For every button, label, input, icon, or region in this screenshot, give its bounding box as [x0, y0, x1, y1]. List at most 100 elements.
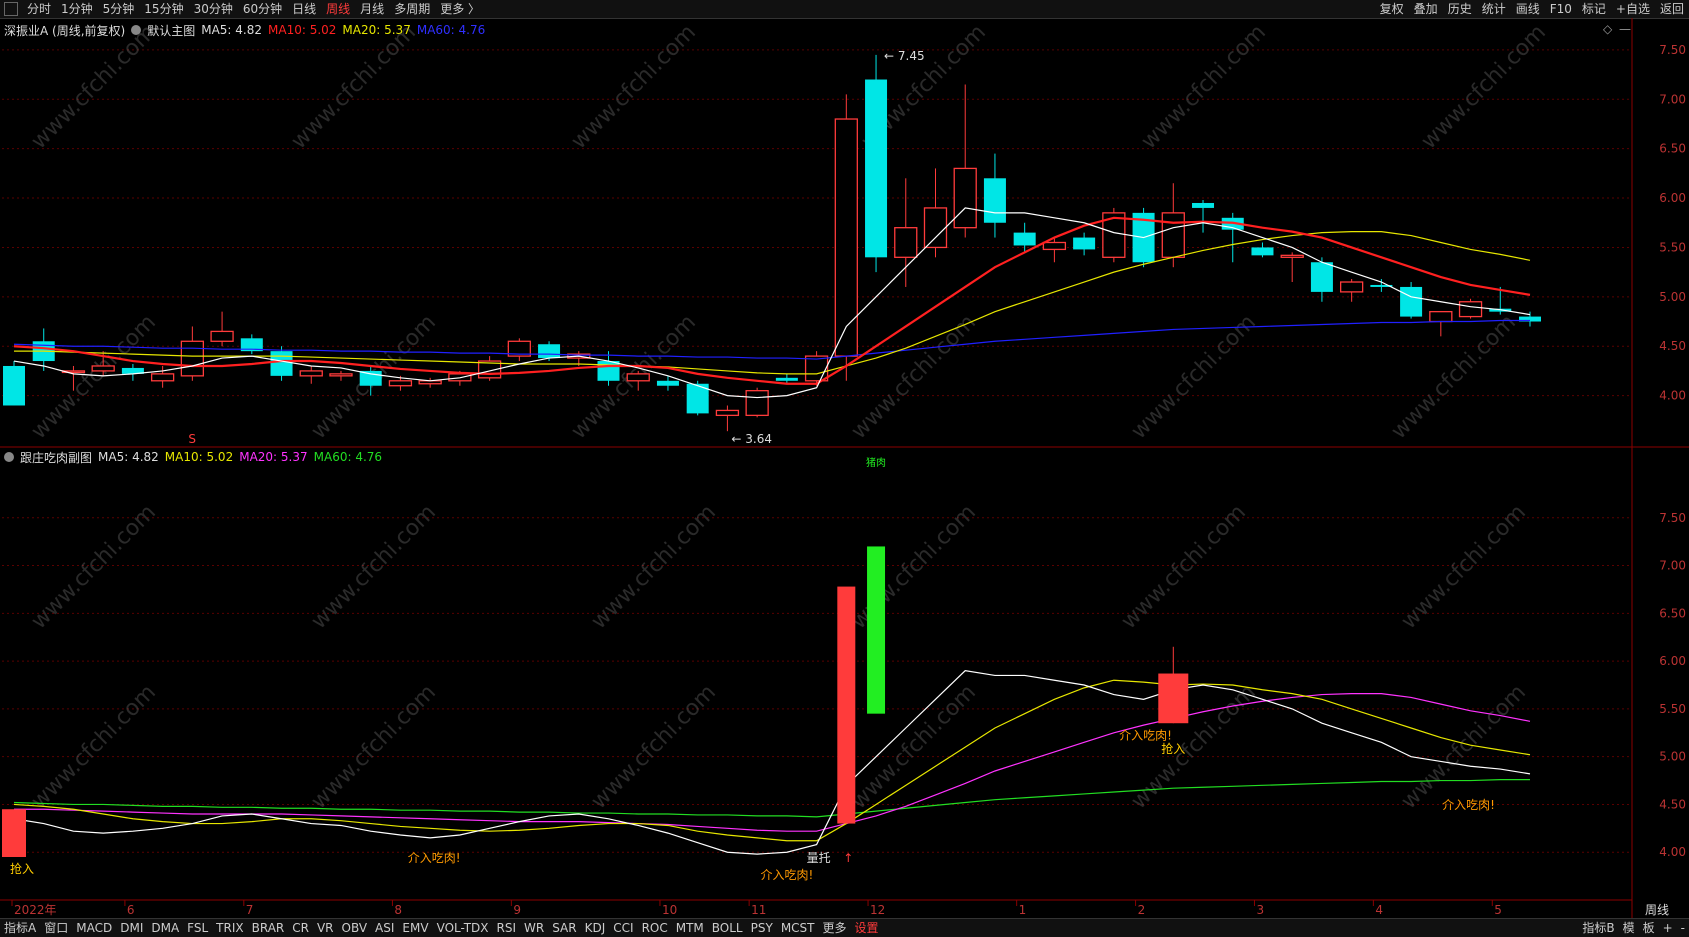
candle-body-down	[3, 365, 25, 406]
jieru-label-3: 介入吃肉!	[1119, 728, 1172, 742]
candle-body-down	[270, 351, 293, 376]
candle-body-up	[894, 227, 918, 258]
signal-bar-red-2	[1158, 673, 1189, 724]
indicator-tab-24[interactable]: 更多	[819, 919, 851, 937]
x-tick-label: 11	[751, 903, 766, 917]
main-y-tick: 7.00	[1659, 92, 1686, 106]
indicator-tab-25[interactable]: 设置	[851, 919, 883, 937]
qiangru-label-2: 抢入	[1161, 741, 1185, 756]
indicator-tab-3[interactable]: DMI	[116, 919, 147, 937]
signal-bar-big-red	[837, 586, 856, 824]
indicator-tab-0[interactable]: 指标A	[0, 919, 40, 937]
candle-body-up	[1339, 281, 1364, 293]
minus-icon: —	[1619, 22, 1631, 36]
indicator-tab-15[interactable]: WR	[520, 919, 548, 937]
period-label: 周线	[1645, 903, 1669, 917]
indicator-tab-2[interactable]: MACD	[72, 919, 116, 937]
candle-body-down	[597, 361, 620, 381]
s-marker: S	[188, 432, 196, 446]
liangtuo-label: 量托	[807, 851, 831, 865]
indicator-tab-7[interactable]: BRAR	[248, 919, 289, 937]
indicator-tab-22[interactable]: PSY	[747, 919, 777, 937]
watermark: www.cfchi.com	[567, 20, 701, 154]
low-price-label: ← 3.64	[731, 432, 772, 446]
candle-body-up	[1161, 212, 1185, 258]
candle-body-down	[775, 377, 798, 381]
candle-body-up	[1429, 310, 1453, 323]
watermark: www.cfchi.com	[27, 500, 161, 634]
indicator-tab-11[interactable]: ASI	[371, 919, 398, 937]
candle-body-up	[923, 207, 948, 249]
indicator-tab-17[interactable]: KDJ	[581, 919, 610, 937]
indicator-tab-13[interactable]: VOL-TDX	[433, 919, 493, 937]
indicator-tab-23[interactable]: MCST	[777, 919, 819, 937]
candle-body-down	[983, 178, 1006, 223]
indicator-tool-2[interactable]: 板	[1639, 919, 1659, 937]
candle-body-up	[626, 373, 650, 382]
indicator-tab-16[interactable]: SAR	[548, 919, 580, 937]
indicator-tab-14[interactable]: RSI	[493, 919, 521, 937]
indicator-toolbar: 指标A 窗口 MACD DMI DMA FSL TRIX BRAR CR VR OBV ASI EMV V…	[0, 918, 1689, 937]
indicator-tab-1[interactable]: 窗口	[40, 919, 72, 937]
main-y-tick: 5.00	[1659, 290, 1686, 304]
diamond-icon: ◇	[1603, 22, 1613, 36]
sub-ma10-line	[13, 679, 1531, 842]
indicator-tab-19[interactable]: ROC	[638, 919, 672, 937]
sub-y-tick: 4.00	[1659, 845, 1686, 859]
main-y-tick: 7.50	[1659, 43, 1686, 57]
x-tick-label: 3	[1256, 903, 1264, 917]
candle-body-up	[745, 390, 769, 417]
indicator-tool-4[interactable]: -	[1677, 919, 1689, 937]
indicator-tab-9[interactable]: VR	[313, 919, 338, 937]
indicator-tab-21[interactable]: BOLL	[708, 919, 747, 937]
candle-body-down	[1073, 237, 1096, 250]
watermark: www.cfchi.com	[307, 500, 441, 634]
watermark: www.cfchi.com	[1397, 680, 1531, 814]
indicator-tab-8[interactable]: CR	[288, 919, 313, 937]
candle-body-up	[953, 167, 977, 229]
indicator-tab-10[interactable]: OBV	[338, 919, 372, 937]
watermark: www.cfchi.com	[1417, 20, 1551, 154]
x-tick-label: 12	[870, 903, 885, 917]
indicator-tab-18[interactable]: CCI	[609, 919, 637, 937]
indicator-tab-4[interactable]: DMA	[147, 919, 183, 937]
candle-body-down	[359, 370, 382, 386]
main-y-tick: 5.50	[1659, 240, 1686, 254]
stock-chart[interactable]: 4.00 4.50 5.00 5.50 6.00 6.50 7.00 7.50 4.00 4.50…	[0, 0, 1689, 936]
candle-body-down	[1192, 202, 1215, 208]
ma5-line	[13, 207, 1531, 399]
watermark: www.cfchi.com	[287, 20, 421, 154]
watermark: www.cfchi.com	[307, 680, 441, 814]
indicator-tool-1[interactable]: 模	[1619, 919, 1639, 937]
candle-body-up	[299, 370, 323, 377]
indicator-tab-5[interactable]: FSL	[183, 919, 212, 937]
indicator-tabs: 指标A 窗口 MACD DMI DMA FSL TRIX BRAR CR VR OBV ASI EMV V…	[0, 919, 883, 937]
zhurou-label: 猪肉	[866, 456, 886, 469]
indicator-tab-6[interactable]: TRIX	[212, 919, 247, 937]
watermark: www.cfchi.com	[847, 500, 981, 634]
candle-body-down	[865, 79, 888, 258]
watermark: www.cfchi.com	[1387, 310, 1521, 444]
x-tick-label: 2022年	[14, 903, 57, 917]
watermark: www.cfchi.com	[847, 680, 981, 814]
indicator-tool-3[interactable]: +	[1659, 919, 1677, 937]
main-y-tick: 6.00	[1659, 191, 1686, 205]
watermark: www.cfchi.com	[1397, 500, 1531, 634]
watermark: www.cfchi.com	[587, 500, 721, 634]
sub-y-tick: 5.50	[1659, 702, 1686, 716]
x-tick-label: 4	[1375, 903, 1383, 917]
x-tick-label: 10	[662, 903, 677, 917]
indicator-tab-20[interactable]: MTM	[672, 919, 708, 937]
indicator-tool-0[interactable]: 指标B	[1578, 919, 1618, 937]
candle-body-up	[804, 355, 829, 382]
indicator-tab-12[interactable]: EMV	[398, 919, 432, 937]
indicator-tools: 指标B 模板 + -	[1578, 919, 1689, 937]
watermark: www.cfchi.com	[1127, 310, 1261, 444]
candle-body-up	[715, 409, 740, 417]
x-tick-label: 9	[513, 903, 521, 917]
candle-body-down	[1310, 262, 1333, 292]
candle-body-up	[834, 118, 858, 357]
candle-body-up	[1280, 254, 1304, 258]
watermark: www.cfchi.com	[1137, 20, 1271, 154]
sub-y-tick: 6.00	[1659, 654, 1686, 668]
